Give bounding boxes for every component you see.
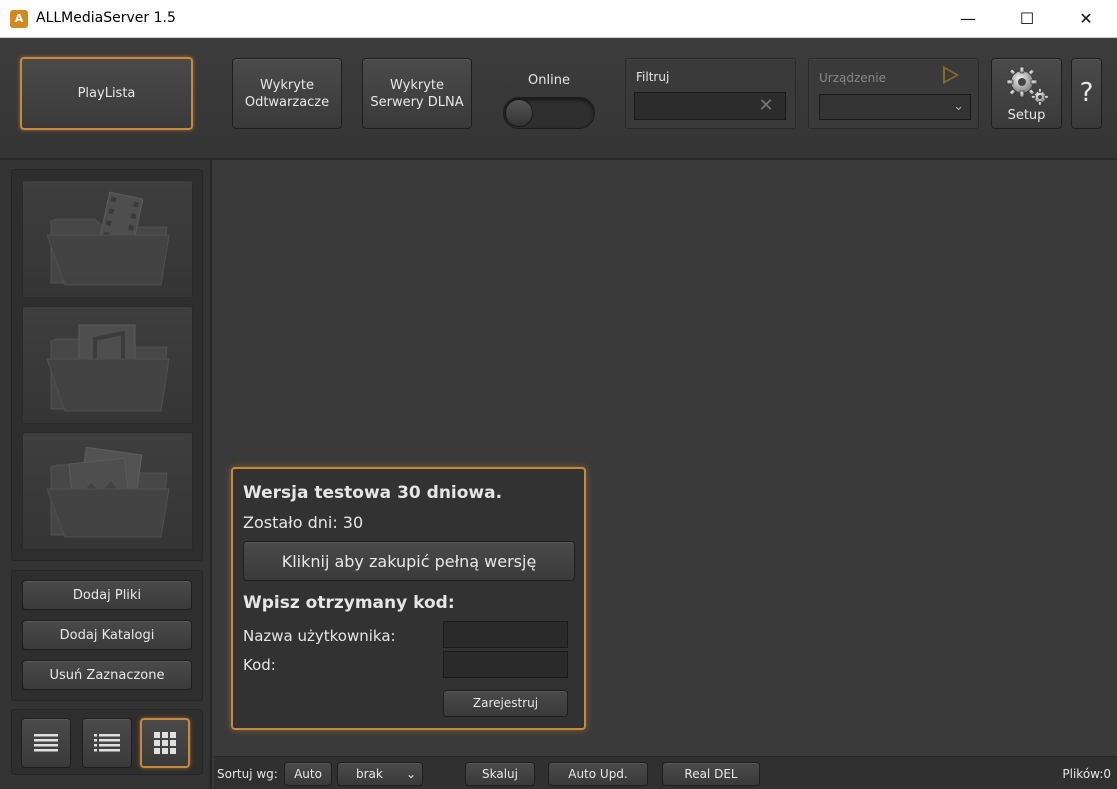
top-toolbar: PlayLista Wykryte Odtwarzacze Wykryte Se… bbox=[0, 38, 1117, 160]
scale-button[interactable]: Skaluj bbox=[465, 762, 535, 786]
music-folder-icon bbox=[46, 324, 170, 412]
window-title: ALLMediaServer 1.5 bbox=[36, 10, 176, 26]
online-toggle[interactable] bbox=[503, 97, 595, 129]
photo-folder-icon bbox=[46, 446, 170, 538]
detail-list-icon bbox=[94, 734, 120, 752]
device-panel: Urządzenie ⌄ bbox=[808, 58, 979, 129]
username-label: Nazwa użytkownika: bbox=[243, 627, 396, 645]
playlist-button[interactable]: PlayLista bbox=[20, 57, 193, 130]
days-left-text: Zostało dni: 30 bbox=[243, 513, 364, 532]
view-mode-panel bbox=[11, 709, 203, 775]
video-folder-icon bbox=[46, 191, 170, 286]
register-button[interactable]: Zarejestruj bbox=[443, 690, 568, 717]
maximize-button[interactable]: ☐ bbox=[1004, 0, 1050, 38]
code-input[interactable] bbox=[443, 651, 568, 678]
enter-code-title: Wpisz otrzymany kod: bbox=[243, 593, 455, 613]
device-select[interactable]: ⌄ bbox=[819, 94, 971, 120]
files-count: Plików:0 bbox=[1062, 767, 1111, 781]
add-files-button[interactable]: Dodaj Pliki bbox=[22, 580, 192, 610]
code-label: Kod: bbox=[243, 656, 276, 674]
list-view-icon bbox=[34, 734, 58, 752]
grid-view-button[interactable] bbox=[140, 718, 190, 768]
filter-label: Filtruj bbox=[636, 70, 670, 84]
title-bar: A ALLMediaServer 1.5 — ☐ ✕ bbox=[0, 0, 1117, 38]
remove-selected-button[interactable]: Usuń Zaznaczone bbox=[22, 660, 192, 690]
trial-registration-panel: Wersja testowa 30 dniowa. Zostało dni: 3… bbox=[231, 467, 586, 730]
setup-label: Setup bbox=[1007, 108, 1046, 123]
photo-category-button[interactable] bbox=[22, 432, 193, 550]
clear-filter-icon[interactable]: ✕ bbox=[756, 95, 776, 117]
toggle-knob bbox=[505, 99, 533, 127]
setup-button[interactable]: Setup bbox=[991, 58, 1062, 129]
trial-title: Wersja testowa 30 dniowa. bbox=[243, 483, 503, 503]
help-button[interactable]: ? bbox=[1071, 58, 1102, 129]
list-view-button[interactable] bbox=[21, 718, 71, 768]
detected-dlna-servers-button[interactable]: Wykryte Serwery DLNA bbox=[362, 58, 472, 129]
filter-panel: Filtruj ✕ bbox=[625, 58, 796, 129]
chevron-down-icon: ⌄ bbox=[405, 766, 416, 781]
chevron-down-icon: ⌄ bbox=[953, 99, 964, 114]
add-folders-button[interactable]: Dodaj Katalogi bbox=[22, 620, 192, 650]
actions-panel: Dodaj Pliki Dodaj Katalogi Usuń Zaznaczo… bbox=[11, 570, 203, 701]
video-category-button[interactable] bbox=[22, 180, 193, 298]
bottom-status-bar: Sortuj wg: Auto brak ⌄ Skaluj Auto Upd. … bbox=[214, 756, 1117, 789]
app-logo-icon: A bbox=[10, 10, 28, 28]
online-label: Online bbox=[528, 73, 570, 88]
username-input[interactable] bbox=[443, 621, 568, 648]
detail-list-button[interactable] bbox=[82, 718, 132, 768]
detected-players-button[interactable]: Wykryte Odtwarzacze bbox=[232, 58, 342, 129]
music-category-button[interactable] bbox=[22, 306, 193, 424]
close-button[interactable]: ✕ bbox=[1063, 0, 1109, 38]
auto-update-button[interactable]: Auto Upd. bbox=[548, 762, 648, 786]
left-sidebar: Dodaj Pliki Dodaj Katalogi Usuń Zaznaczo… bbox=[0, 160, 212, 789]
real-delete-button[interactable]: Real DEL bbox=[662, 762, 760, 786]
sort-auto-button[interactable]: Auto bbox=[284, 762, 332, 786]
minimize-button[interactable]: — bbox=[945, 0, 991, 38]
gear-icon bbox=[1006, 66, 1049, 106]
sort-by-label: Sortuj wg: bbox=[217, 767, 278, 781]
sort-select-value: brak bbox=[356, 766, 383, 781]
sort-select[interactable]: brak ⌄ bbox=[337, 762, 423, 786]
buy-full-version-button[interactable]: Kliknij aby zakupić pełną wersję bbox=[243, 541, 575, 581]
device-label: Urządzenie bbox=[819, 71, 886, 85]
play-icon[interactable] bbox=[943, 66, 959, 84]
category-panel bbox=[11, 169, 203, 561]
grid-view-icon bbox=[154, 732, 176, 754]
